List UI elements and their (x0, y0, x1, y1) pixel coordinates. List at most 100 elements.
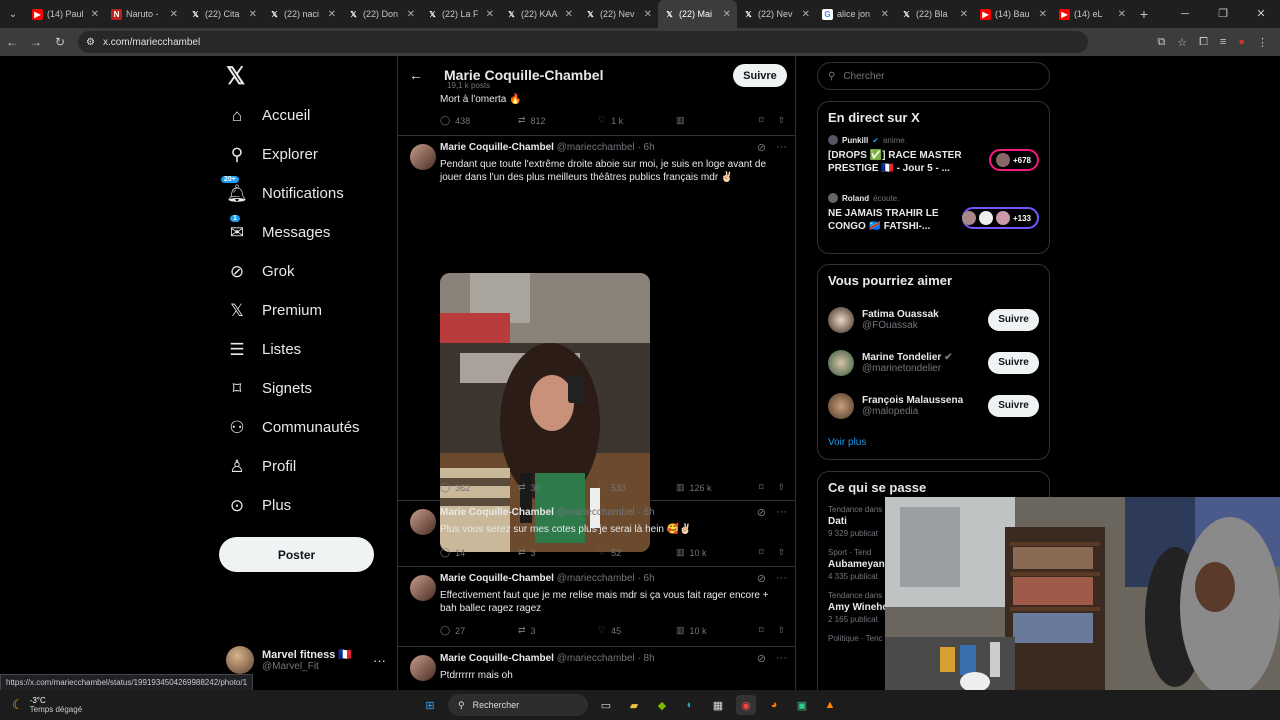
nvidia-icon[interactable]: ◆ (652, 695, 672, 715)
like-button[interactable]: ♡ 45 (598, 625, 676, 636)
author-name[interactable]: Marie Coquille-Chambel (440, 142, 554, 153)
grok-icon[interactable]: ⊘ (757, 572, 766, 585)
browser-tab[interactable]: ▶ (14) Paul ✕ (26, 0, 105, 28)
follow-button[interactable]: Suivre (988, 394, 1039, 417)
app-icon[interactable]: ▣ (792, 695, 812, 715)
avatar[interactable] (410, 144, 436, 170)
share-icon[interactable]: ⇧ (777, 625, 785, 636)
profile-icon[interactable]: ● (1238, 36, 1245, 49)
firefox-icon[interactable]: ◕ (764, 695, 784, 715)
live-item[interactable]: Roland écoute. NE JAMAIS TRAHIR LE CONGO … (828, 193, 1039, 249)
restore-icon[interactable]: ❐ (1204, 0, 1242, 28)
tweet[interactable]: Marie Coquille-Chambel @mariecchambel · … (398, 501, 795, 567)
grok-icon[interactable]: ⊘ (757, 141, 766, 154)
follow-button[interactable]: Suivre (733, 64, 787, 87)
avatar[interactable] (410, 509, 436, 535)
follow-button[interactable]: Suivre (988, 308, 1039, 331)
browser-tab[interactable]: ▶ (14) eL ✕ (1053, 0, 1132, 28)
search-input[interactable]: ⚲ Chercher (817, 62, 1050, 90)
sidebar-item-signets[interactable]: ⌑ Signets (218, 369, 388, 408)
reply-button[interactable]: ◯ 438 (440, 115, 518, 126)
close-tab-icon[interactable]: ✕ (407, 9, 415, 20)
reply-button[interactable]: ◯ 362 (440, 482, 518, 493)
repost-button[interactable]: ⇄ 3 (518, 625, 598, 636)
close-tab-icon[interactable]: ✕ (1039, 9, 1047, 20)
share-icon[interactable]: ⇧ (777, 115, 785, 126)
new-tab-button[interactable]: + (1132, 6, 1156, 22)
like-button[interactable]: ♡ 1 k (598, 115, 676, 126)
grok-icon[interactable]: ⊘ (757, 506, 766, 519)
browser-tab[interactable]: ▶ (14) Bau ✕ (974, 0, 1053, 28)
views-button[interactable]: ▥ 10 k (676, 625, 754, 636)
views-button[interactable]: ▥ (676, 115, 754, 126)
views-button[interactable]: ▥ 10 k (676, 547, 754, 558)
tweet[interactable]: Marie Coquille-Chambel @mariecchambel · … (398, 647, 795, 690)
grok-icon[interactable]: ⊘ (757, 652, 766, 665)
more-icon[interactable]: ··· (776, 506, 787, 519)
bookmark-icon[interactable]: ⌑ (759, 482, 764, 493)
follow-button[interactable]: Suivre (988, 351, 1039, 374)
repost-button[interactable]: ⇄ 3 (518, 547, 598, 558)
sidebar-item-profil[interactable]: ♙ Profil (218, 447, 388, 486)
close-tab-icon[interactable]: ✕ (565, 9, 573, 20)
repost-button[interactable]: ⇄ 812 (518, 115, 598, 126)
close-tab-icon[interactable]: ✕ (328, 9, 336, 20)
more-icon[interactable]: ··· (776, 652, 787, 665)
account-switcher[interactable]: Marvel fitness 🇫🇷 @Marvel_Fit ··· (226, 644, 386, 676)
tab-search-icon[interactable]: ⌄ (0, 0, 26, 28)
browser-tab[interactable]: Galice jon ✕ (816, 0, 895, 28)
sidebar-item-messages[interactable]: ✉ 1 Messages (218, 213, 388, 252)
tweet-time[interactable]: · 8h (637, 653, 654, 664)
x-logo-icon[interactable]: 𝕏 (218, 56, 388, 96)
edge-icon[interactable]: ◐ (680, 695, 700, 715)
taskbar-search[interactable]: ⚲ Rechercher (448, 694, 588, 716)
share-icon[interactable]: ⇧ (777, 547, 785, 558)
live-listeners-pill[interactable]: +133 (961, 207, 1039, 229)
install-icon[interactable]: ⧉ (1157, 36, 1165, 49)
close-tab-icon[interactable]: ✕ (249, 9, 257, 20)
author-name[interactable]: Marie Coquille-Chambel (440, 573, 554, 584)
close-tab-icon[interactable]: ✕ (960, 9, 968, 20)
close-tab-icon[interactable]: ✕ (802, 9, 810, 20)
reload-icon[interactable]: ↻ (48, 35, 72, 49)
browser-tab[interactable]: 𝕏 (22) Nev ✕ (737, 0, 816, 28)
sidebar-item-notifications[interactable]: 🔔︎ 20+ Notifications (218, 174, 388, 213)
browser-tab[interactable]: 𝕏 (22) Don ✕ (342, 0, 421, 28)
back-arrow-icon[interactable]: ← (398, 67, 434, 83)
sidebar-item-plus[interactable]: ⊙ Plus (218, 486, 388, 525)
browser-tab[interactable]: 𝕏 (22) La F ✕ (421, 0, 500, 28)
extensions-icon[interactable]: ⧠ (1199, 36, 1208, 49)
close-tab-icon[interactable]: ✕ (881, 9, 889, 20)
sidebar-item-listes[interactable]: ☰ Listes (218, 330, 388, 369)
tweet[interactable]: Marie Coquille-Chambel @mariecchambel · … (398, 136, 795, 552)
tweet-time[interactable]: · 6h (637, 142, 654, 153)
avatar[interactable] (410, 575, 436, 601)
see-more-link[interactable]: Voir plus (828, 437, 1039, 448)
author-name[interactable]: Marie Coquille-Chambel (440, 653, 554, 664)
close-tab-icon[interactable]: ✕ (170, 9, 178, 20)
site-info-icon[interactable]: ⚙ (86, 37, 95, 48)
bookmark-icon[interactable]: ⌑ (759, 115, 764, 126)
sidebar-item-accueil[interactable]: ⌂ Accueil (218, 96, 388, 135)
back-icon[interactable]: ← (0, 35, 24, 49)
live-item[interactable]: Punkill ✔ anime. [DROPS ✅] RACE MASTER PRE… (828, 135, 1039, 191)
bookmark-icon[interactable]: ⌑ (759, 547, 764, 558)
post-button[interactable]: Poster (219, 537, 374, 572)
more-icon[interactable]: ··· (776, 141, 787, 154)
like-button[interactable]: ♡ 52 (598, 547, 676, 558)
vlc-icon[interactable]: ▲ (820, 695, 840, 715)
sidebar-item-grok[interactable]: ⊘ Grok (218, 252, 388, 291)
close-tab-icon[interactable]: ✕ (1118, 9, 1126, 20)
live-listeners-pill[interactable]: +678 (989, 149, 1039, 171)
like-button[interactable]: ♡ 533 (598, 482, 676, 493)
sidebar-item-explorer[interactable]: ⚲ Explorer (218, 135, 388, 174)
author-name[interactable]: Marie Coquille-Chambel (440, 507, 554, 518)
browser-tab[interactable]: 𝕏 (22) naci ✕ (263, 0, 342, 28)
close-tab-icon[interactable]: ✕ (723, 9, 731, 20)
browser-tab[interactable]: 𝕏 (22) Cita ✕ (184, 0, 263, 28)
close-window-icon[interactable]: ✕ (1242, 0, 1280, 28)
tweet[interactable]: Marie Coquille-Chambel @mariecchambel · … (398, 567, 795, 647)
store-icon[interactable]: ▦ (708, 695, 728, 715)
suggestion-item[interactable]: François Malaussena @malopedia Suivre (828, 384, 1039, 427)
star-icon[interactable]: ☆ (1177, 36, 1187, 49)
